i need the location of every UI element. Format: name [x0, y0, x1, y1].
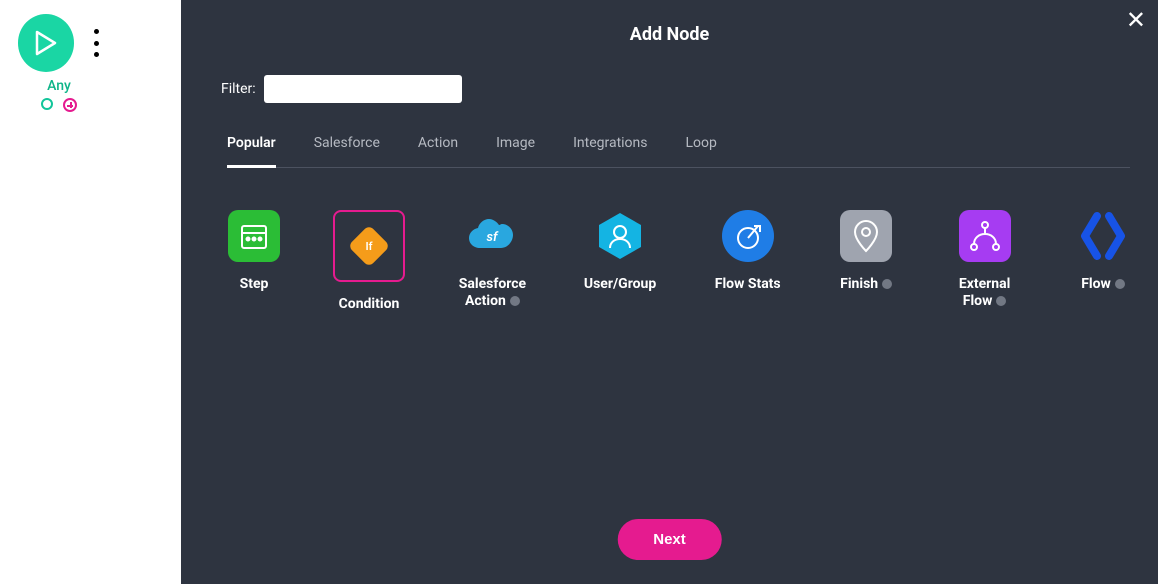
- svg-text:If: If: [365, 240, 372, 253]
- output-port-icon[interactable]: [41, 98, 53, 110]
- close-icon[interactable]: ✕: [1126, 8, 1146, 32]
- user-hex-icon: [594, 210, 646, 262]
- node-label: Any: [14, 78, 104, 94]
- modal-title: Add Node: [209, 24, 1130, 45]
- tile-label: Finish: [840, 276, 892, 293]
- tile-condition[interactable]: If Condition: [337, 210, 401, 313]
- tab-integrations[interactable]: Integrations: [573, 135, 647, 167]
- tile-label: Salesforce Action: [457, 276, 528, 310]
- next-button[interactable]: Next: [617, 519, 722, 560]
- diamond-if-icon: If: [343, 220, 395, 272]
- info-icon: [882, 279, 892, 289]
- tab-salesforce[interactable]: Salesforce: [314, 135, 380, 167]
- brackets-icon: [1077, 210, 1129, 262]
- add-port-icon[interactable]: [63, 98, 77, 112]
- info-icon: [996, 296, 1006, 306]
- tile-salesforce-action[interactable]: sf Salesforce Action: [457, 210, 528, 310]
- tile-label: Flow Stats: [715, 276, 781, 293]
- pin-icon: [852, 219, 880, 253]
- info-icon: [510, 296, 520, 306]
- tab-image[interactable]: Image: [496, 135, 535, 167]
- tile-flow[interactable]: Flow: [1076, 210, 1130, 293]
- tile-label: Condition: [339, 296, 400, 313]
- flow-canvas: Any ✕ Add Node Filter: Popular Salesforc…: [0, 0, 1158, 584]
- tile-label: External Flow: [949, 276, 1020, 310]
- tile-external-flow[interactable]: External Flow: [949, 210, 1020, 310]
- filter-input[interactable]: [264, 75, 462, 103]
- tab-popular[interactable]: Popular: [227, 135, 276, 168]
- play-icon: [35, 30, 57, 56]
- cloud-sf-icon: sf: [466, 216, 518, 256]
- node-ports: [14, 98, 104, 112]
- filter-row: Filter:: [221, 75, 1130, 103]
- tile-label: Step: [240, 276, 269, 293]
- tile-finish[interactable]: Finish: [839, 210, 893, 293]
- add-node-modal: ✕ Add Node Filter: Popular Salesforce Ac…: [181, 0, 1158, 584]
- info-icon: [1115, 279, 1125, 289]
- calendar-icon: [239, 221, 269, 251]
- target-arrow-icon: [732, 220, 764, 252]
- kebab-menu-icon[interactable]: [88, 29, 104, 57]
- tile-flow-stats[interactable]: Flow Stats: [712, 210, 783, 293]
- tab-action[interactable]: Action: [418, 135, 458, 167]
- node-tile-list: Step If Condition sf: [227, 210, 1130, 313]
- branch-icon: [968, 219, 1002, 253]
- tile-user-group[interactable]: User/Group: [584, 210, 656, 293]
- tile-step[interactable]: Step: [227, 210, 281, 293]
- svg-text:sf: sf: [487, 230, 499, 245]
- tile-label: User/Group: [584, 276, 656, 293]
- filter-label: Filter:: [221, 81, 256, 97]
- play-button[interactable]: [18, 14, 74, 72]
- tab-bar: Popular Salesforce Action Image Integrat…: [227, 135, 1130, 168]
- start-node: Any: [14, 14, 104, 112]
- tile-label: Flow: [1081, 276, 1125, 293]
- tab-loop[interactable]: Loop: [686, 135, 717, 167]
